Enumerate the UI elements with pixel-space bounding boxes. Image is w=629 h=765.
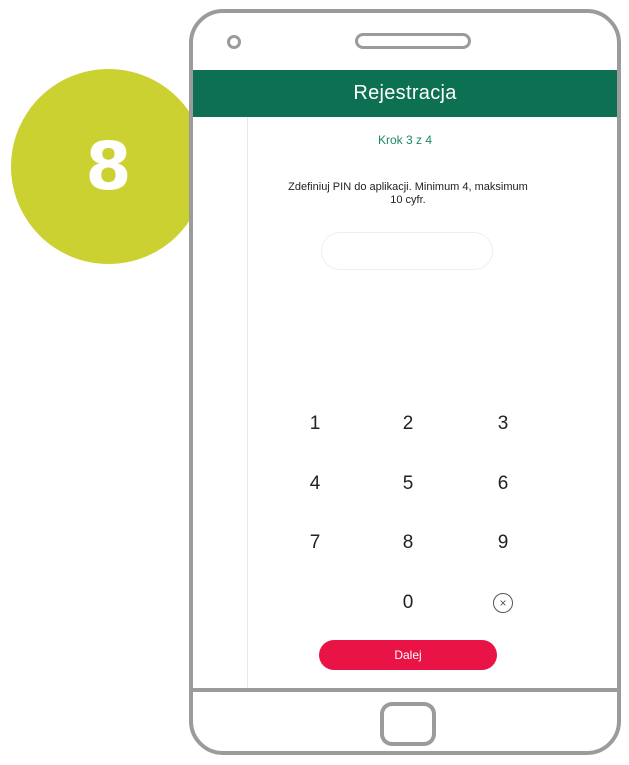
keypad-delete-button[interactable]: × — [473, 583, 533, 623]
step-number: 8 — [85, 128, 132, 205]
keypad-key-2[interactable]: 2 — [378, 404, 438, 444]
step-indicator: Krok 3 z 4 — [377, 133, 433, 147]
page-title: Rejestracja — [353, 82, 457, 104]
clear-circle-icon: × — [493, 593, 513, 613]
keypad-key-9[interactable]: 9 — [473, 523, 533, 563]
pin-instruction-line-1: Zdefiniuj PIN do aplikacji. Minimum 4, m… — [288, 181, 528, 193]
app-screen: Rejestracja Krok 3 z 4 Zdefiniuj PIN do … — [193, 70, 617, 692]
keypad-key-7[interactable]: 7 — [285, 523, 345, 563]
keypad-key-6[interactable]: 6 — [473, 464, 533, 504]
step-number-badge: 8 — [11, 69, 206, 264]
keypad-key-0[interactable]: 0 — [378, 583, 438, 623]
keypad-key-4[interactable]: 4 — [285, 464, 345, 504]
pin-instruction-line-2: 10 cyfr. — [390, 194, 426, 206]
pin-instruction: Zdefiniuj PIN do aplikacji. Minimum 4, m… — [253, 181, 563, 207]
app-header: Rejestracja — [193, 70, 617, 117]
next-button[interactable]: Dalej — [319, 640, 497, 670]
screen-bottom-edge — [193, 688, 617, 692]
divider — [247, 117, 248, 692]
keypad-key-3[interactable]: 3 — [473, 404, 533, 444]
pin-input[interactable] — [321, 232, 493, 270]
camera-icon — [227, 35, 241, 49]
speaker-grille — [355, 33, 471, 49]
phone-frame: Rejestracja Krok 3 z 4 Zdefiniuj PIN do … — [189, 9, 621, 755]
keypad-key-8[interactable]: 8 — [378, 523, 438, 563]
keypad-key-1[interactable]: 1 — [285, 404, 345, 444]
home-button[interactable] — [380, 702, 436, 746]
keypad-key-5[interactable]: 5 — [378, 464, 438, 504]
